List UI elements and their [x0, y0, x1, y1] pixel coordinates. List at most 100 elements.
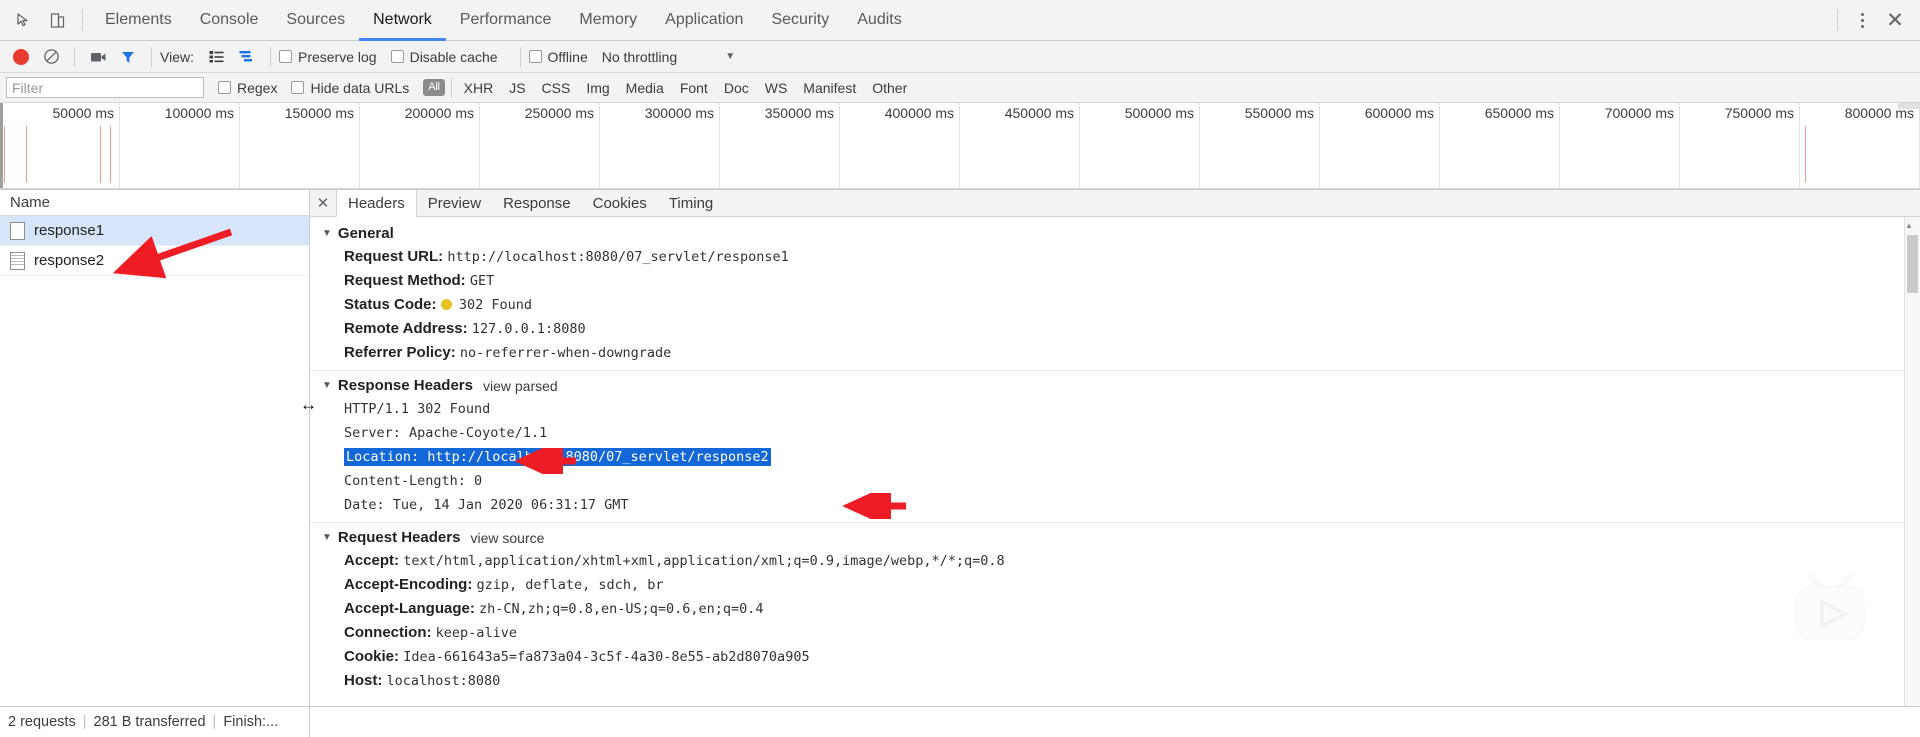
timeline-tick: 750000 ms	[1680, 103, 1800, 189]
throttling-select[interactable]: No throttling ▼	[602, 49, 735, 65]
view-source-link[interactable]: view source	[470, 530, 544, 546]
toolbar-divider-3	[269, 46, 271, 67]
timeline-tick: 450000 ms	[960, 103, 1080, 189]
header-row-request-url: Request URL: http://localhost:8080/07_se…	[310, 245, 1920, 269]
header-value: GET	[469, 273, 495, 289]
preserve-log-checkbox[interactable]: Preserve log	[278, 49, 377, 65]
filter-type-img[interactable]: Img	[586, 80, 609, 96]
header-key: Accept:	[344, 552, 400, 569]
filter-type-doc[interactable]: Doc	[724, 80, 749, 96]
header-value: 127.0.0.1:8080	[471, 321, 586, 337]
filter-type-all[interactable]: All	[423, 79, 445, 96]
timeline-event-line	[4, 126, 5, 183]
devtools-tabbar: Elements Console Sources Network Perform…	[0, 0, 1920, 41]
tab-memory[interactable]: Memory	[565, 0, 651, 41]
filter-type-other[interactable]: Other	[872, 80, 907, 96]
request-name: response1	[34, 222, 105, 239]
close-icon[interactable]: ✕	[1878, 3, 1912, 37]
clear-icon[interactable]	[36, 44, 66, 70]
timeline-tick-label: 650000 ms	[1484, 105, 1554, 121]
filter-type-js[interactable]: JS	[509, 80, 525, 96]
header-value[interactable]: http://localhost:8080/07_servlet/respons…	[447, 249, 788, 265]
section-general[interactable]: ▼ General	[310, 223, 1920, 245]
response-header-line-location[interactable]: Location: http://localhost:8080/07_servl…	[310, 445, 1920, 469]
timeline-tick-label: 250000 ms	[524, 105, 594, 121]
filter-type-manifest[interactable]: Manifest	[803, 80, 856, 96]
request-list-empty-area	[0, 276, 309, 735]
overview-scroll-nub[interactable]	[1898, 103, 1920, 109]
disable-cache-checkbox[interactable]: Disable cache	[390, 49, 498, 65]
checkbox-box	[390, 50, 404, 63]
bilibili-tv-logo-watermark	[1795, 573, 1865, 640]
tab-response[interactable]: Response	[492, 190, 582, 216]
request-row-response1[interactable]: response1	[0, 216, 309, 246]
regex-checkbox[interactable]: Regex	[218, 80, 277, 96]
kebab-menu-icon[interactable]	[1846, 4, 1878, 36]
request-name: response2	[34, 252, 105, 269]
offline-checkbox[interactable]: Offline	[528, 49, 588, 65]
request-row-response2[interactable]: response2	[0, 246, 309, 276]
toolbar-divider-right	[1837, 9, 1838, 31]
filter-funnel-icon[interactable]	[113, 44, 143, 70]
tab-console[interactable]: Console	[186, 0, 273, 41]
triangle-down-icon: ▼	[322, 532, 332, 543]
tab-network[interactable]: Network	[359, 0, 446, 41]
network-toolbar: View: Preserve log Disable cache Offline…	[0, 41, 1920, 73]
regex-label: Regex	[237, 79, 278, 96]
hide-data-urls-checkbox[interactable]: Hide data URLs	[291, 80, 409, 96]
timeline-tick-label: 350000 ms	[764, 105, 834, 121]
timeline-tick-label: 750000 ms	[1724, 105, 1794, 121]
filter-type-xhr[interactable]: XHR	[464, 80, 494, 96]
tab-sources[interactable]: Sources	[272, 0, 359, 41]
inspect-element-icon[interactable]	[6, 3, 40, 37]
header-row-connection: Connection: keep-alive	[310, 621, 1920, 645]
header-key: Request URL:	[344, 248, 444, 265]
tab-elements[interactable]: Elements	[91, 0, 186, 41]
filter-type-font[interactable]: Font	[680, 80, 708, 96]
tab-security[interactable]: Security	[757, 0, 843, 41]
close-panel-icon[interactable]: ✕	[310, 190, 336, 216]
tab-headers[interactable]: Headers	[336, 190, 417, 217]
timeline-tick: 150000 ms	[240, 103, 360, 189]
header-row-status-code: Status Code: 302 Found	[310, 293, 1920, 317]
header-key: Connection:	[344, 624, 432, 641]
section-request-headers[interactable]: ▼ Request Headers view source	[310, 527, 1920, 549]
waterfall-view-icon[interactable]	[232, 44, 262, 70]
screenshot-camera-icon[interactable]	[83, 44, 113, 70]
filter-input[interactable]	[6, 77, 204, 98]
detail-vertical-scrollbar[interactable]: ▲ ▼	[1904, 217, 1920, 735]
scroll-up-arrow-icon[interactable]: ▲	[1905, 217, 1913, 233]
request-detail-panel: ✕ Headers Preview Response Cookies Timin…	[310, 190, 1920, 735]
header-row-cookie: Cookie: Idea-661643a5=fa873a04-3c5f-4a30…	[310, 645, 1920, 669]
status-dot-icon	[440, 299, 452, 310]
header-row-referrer-policy: Referrer Policy: no-referrer-when-downgr…	[310, 341, 1920, 365]
filter-type-css[interactable]: CSS	[542, 80, 571, 96]
network-overview-timeline[interactable]: 50000 ms 100000 ms 150000 ms 200000 ms 25000…	[0, 103, 1920, 190]
tab-timing[interactable]: Timing	[658, 190, 724, 216]
list-view-icon[interactable]	[202, 44, 232, 70]
header-row-remote-address: Remote Address: 127.0.0.1:8080	[310, 317, 1920, 341]
scrollbar-thumb[interactable]	[1907, 235, 1918, 293]
filter-type-ws[interactable]: WS	[765, 80, 788, 96]
header-value: localhost:8080	[386, 673, 501, 689]
timeline-tick-label: 450000 ms	[1004, 105, 1074, 121]
request-list-header[interactable]: Name	[0, 190, 309, 216]
view-parsed-link[interactable]: view parsed	[483, 378, 558, 394]
filter-type-media[interactable]: Media	[626, 80, 664, 96]
status-separator: |	[82, 714, 87, 730]
timeline-tick-label: 550000 ms	[1244, 105, 1314, 121]
tab-cookies[interactable]: Cookies	[582, 190, 658, 216]
record-button-icon[interactable]	[6, 44, 36, 70]
device-toolbar-icon[interactable]	[40, 3, 74, 37]
tab-application[interactable]: Application	[651, 0, 757, 41]
response-header-line-date: Date: Tue, 14 Jan 2020 06:31:17 GMT	[344, 497, 629, 513]
tab-performance[interactable]: Performance	[446, 0, 566, 41]
timeline-tick: 400000 ms	[840, 103, 960, 189]
header-value: gzip, deflate, sdch, br	[476, 577, 664, 593]
status-bar-summary: 2 requests | 281 B transferred | Finish:…	[0, 706, 310, 737]
panel-resize-handle[interactable]: ↔	[300, 395, 317, 415]
header-value: Idea-661643a5=fa873a04-3c5f-4a30-8e55-ab…	[403, 649, 810, 665]
tab-preview[interactable]: Preview	[417, 190, 492, 216]
section-response-headers[interactable]: ▼ Response Headers view parsed	[310, 375, 1920, 397]
tab-audits[interactable]: Audits	[843, 0, 915, 41]
